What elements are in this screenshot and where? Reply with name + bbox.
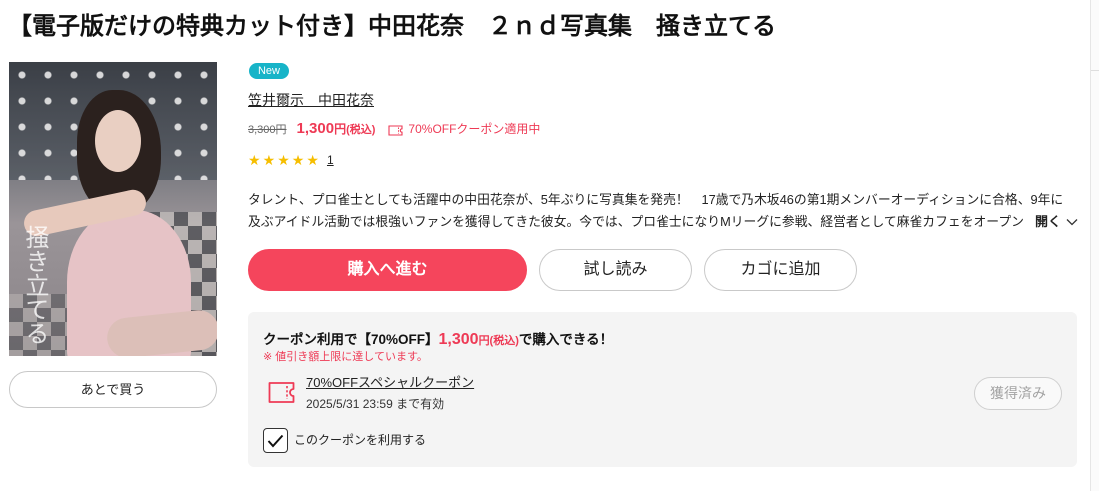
star-icon: ★ bbox=[306, 152, 319, 168]
use-coupon-checkbox[interactable] bbox=[263, 428, 288, 453]
add-to-cart-button[interactable]: カゴに追加 bbox=[704, 249, 857, 291]
coupon-price-unit: 円(税込) bbox=[478, 335, 519, 347]
coupon-headline-prefix: クーポン利用で【70%OFF】 bbox=[263, 332, 439, 347]
star-icon: ★ bbox=[248, 152, 261, 168]
star-icon: ★ bbox=[277, 152, 290, 168]
current-price-unit: 円 bbox=[334, 122, 347, 136]
coupon-ticket-icon bbox=[388, 124, 403, 136]
cover-image[interactable]: 掻き立てる bbox=[9, 62, 217, 356]
coupon-acquired-button: 獲得済み bbox=[974, 377, 1062, 410]
new-badge: New bbox=[249, 63, 289, 79]
expand-description-toggle[interactable]: 開く bbox=[1034, 211, 1079, 233]
tax-note: (税込) bbox=[346, 124, 376, 136]
product-description: タレント、プロ雀士としても活躍中の中田花奈が、5年ぶりに写真集を発売！ 17歳で… bbox=[248, 189, 1078, 233]
coupon-headline-suffix: で購入できる！ bbox=[518, 332, 614, 347]
checkmark-icon bbox=[267, 434, 284, 447]
page-title: 【電子版だけの特典カット付き】中田花奈 ２ｎｄ写真集 掻き立てる bbox=[8, 13, 776, 40]
coupon-name-link[interactable]: 70%OFFスペシャルクーポン bbox=[306, 374, 474, 391]
right-panel-edge bbox=[1090, 0, 1099, 491]
price-row: 3,300円 1,300 円 (税込) 70%OFFクーポン適用中 bbox=[248, 120, 540, 140]
expand-label: 開く bbox=[1035, 214, 1062, 229]
coupon-limit-notice: ※ 値引き額上限に達しています。 bbox=[263, 351, 428, 363]
star-list: ★ ★ ★ ★ ★ bbox=[248, 151, 321, 169]
star-icon: ★ bbox=[291, 152, 305, 168]
coupon-headline: クーポン利用で【70%OFF】 1,300 円(税込) で購入できる！ bbox=[263, 328, 613, 348]
review-count-link[interactable]: 1 bbox=[327, 153, 334, 167]
use-coupon-label[interactable]: このクーポンを利用する bbox=[294, 432, 426, 448]
author-link[interactable]: 笠井爾示 中田花奈 bbox=[248, 91, 374, 109]
buy-later-button[interactable]: あとで買う bbox=[9, 371, 217, 408]
original-price: 3,300円 bbox=[248, 124, 287, 136]
cover-figure-face bbox=[95, 110, 141, 172]
description-line: タレント、プロ雀士としても活躍中の中田花奈が、5年ぶりに写真集を発売！ 17歳で… bbox=[248, 192, 1064, 207]
chevron-down-icon bbox=[1066, 219, 1078, 226]
coupon-panel: クーポン利用で【70%OFF】 1,300 円(税込) で購入できる！ ※ 値引… bbox=[248, 312, 1077, 467]
star-rating: ★ ★ ★ ★ ★ 1 bbox=[248, 151, 334, 169]
coupon-ticket-icon bbox=[268, 382, 295, 403]
description-line: 及ぶアイドル活動では根強いファンを獲得してきた彼女。今では、プロ雀士になりMリー… bbox=[248, 214, 1024, 229]
coupon-price: 1,300 bbox=[438, 331, 479, 348]
trial-read-button[interactable]: 試し読み bbox=[539, 249, 692, 291]
proceed-to-purchase-button[interactable]: 購入へ進む bbox=[248, 249, 527, 291]
coupon-expiry: 2025/5/31 23:59 まで有効 bbox=[306, 397, 445, 411]
current-price: 1,300 bbox=[296, 120, 335, 137]
star-icon: ★ bbox=[262, 152, 276, 168]
cover-title-lettering: 掻き立てる bbox=[21, 225, 49, 345]
right-panel-divider bbox=[1091, 70, 1099, 71]
coupon-applied-status: 70%OFFクーポン適用中 bbox=[408, 122, 541, 136]
